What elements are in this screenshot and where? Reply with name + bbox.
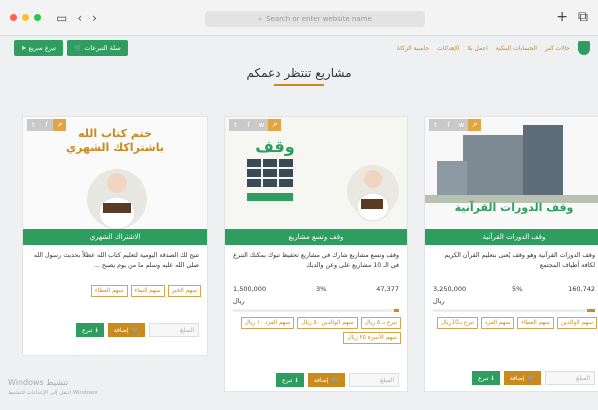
share-icon[interactable]: ↗ [468,119,481,131]
progress-bar [233,309,399,312]
windows-activation-watermark: Windows تنشيط انتقل إلى الإعدادات لتنشيط… [8,378,97,398]
target-unit: ريال [233,297,245,305]
card-actions: المبلغ 🛒 إضافة ℹ تبرع [233,373,399,387]
browser-toolbar: ▭ ‹ › ⌕ Search or enter website name + ⧉ [0,0,598,36]
progress-bar [433,309,595,312]
zoom-window-button[interactable] [34,14,41,21]
donate-label: تبرع [478,374,489,382]
project-image[interactable]: وقف الدورات القرآنية t f w ↗ [425,117,598,229]
chip-family-25[interactable]: سهم الأسرة ٢٥ ريال [343,332,401,344]
project-card-waqf-projects: وقف t f w ↗ وقف وتسع مشاريع وقف وتسع مشا… [224,116,408,392]
target-unit: ريال [433,297,445,305]
section-title: مشاريع تنتظر دعمكم [246,66,352,80]
chip-giving-share[interactable]: سهم العطاء [90,285,128,297]
target-amount: 3,250,000 [433,285,467,293]
card-description: وقف وتسع مشاريع شارك في مشاريع تحفيظ تبو… [233,252,399,269]
facebook-icon[interactable]: f [442,119,455,131]
back-button[interactable]: ‹ [77,11,82,25]
close-window-button[interactable] [10,14,17,21]
tabs-overview-icon[interactable]: ⧉ [578,9,588,25]
search-icon: ⌕ [258,14,263,23]
address-placeholder: Search or enter website name [266,15,372,23]
waqf-poster-illustration [225,117,407,229]
whatsapp-icon[interactable]: w [255,119,268,131]
quick-donate-button[interactable]: ➤ تبرع سريع [14,40,64,56]
donate-label: تبرع [82,326,93,334]
add-to-cart-button[interactable]: 🛒 إضافة [307,373,345,387]
nav-link-work[interactable]: اعمل بلا [467,45,487,52]
nav-link-zakat-calculator[interactable]: حاسبة الزكاة [397,45,429,52]
share-chips: تبرع بـ ٥ ريال سهم الوالدين ٥٠ ريال سهم … [231,317,401,344]
donation-cart-label: سلة التبرعات [84,44,121,52]
donate-button[interactable]: ℹ تبرع [76,323,104,337]
donate-label: تبرع [282,376,293,384]
facebook-icon[interactable]: f [40,119,53,131]
amount-input[interactable]: المبلغ [149,323,199,337]
card-actions: المبلغ 🛒 إضافة ℹ تبرع [31,323,199,337]
card-description: وقف الدورات القرآنية وهو وقف يُعنى بتعلي… [444,252,595,269]
target-amount: 1,500,000 [233,285,267,293]
project-card-quran-courses: وقف الدورات القرآنية t f w ↗ وقف الدورات… [424,116,598,392]
media-caption: ختم كتاب الله باشتراكك الشهري [66,127,164,154]
new-tab-button[interactable]: + [556,9,568,25]
nav-link-bank-accounts[interactable]: الحسابات البنكية [496,45,537,52]
card-description: تتيح لك الصدقة اليومية لتعليم كتاب الله … [33,252,199,269]
donate-button[interactable]: ℹ تبرع [472,371,500,385]
share-icon[interactable]: ↗ [268,119,281,131]
share-chips: سهم الوالدين سهم العطاء سهم الفرد تبرع ب… [431,317,597,329]
chip-growth-share[interactable]: سهم النماء [130,285,165,297]
share-icon[interactable]: ↗ [53,119,66,131]
address-bar[interactable]: ⌕ Search or enter website name [205,11,425,27]
whatsapp-icon[interactable]: w [455,119,468,131]
chip-individual-10[interactable]: سهم الفرد ١٠ ريال [240,317,295,329]
add-label: إضافة [113,326,129,334]
amount-input[interactable]: المبلغ [349,373,399,387]
collected-amount: 160,742 [568,285,595,293]
progress-percent: 5% [511,285,523,293]
watermark-line1: Windows تنشيط [8,378,69,387]
site-logo-icon[interactable] [578,41,590,55]
nav-link-gifts[interactable]: الإهدائات [437,45,459,52]
twitter-icon[interactable]: t [27,119,40,131]
minimize-window-button[interactable] [22,14,29,21]
chip-parents-share[interactable]: سهم الوالدين [556,317,597,329]
amount-input[interactable]: المبلغ [545,371,595,385]
card-title: وقف وتسع مشاريع [225,229,407,245]
project-image[interactable]: وقف t f w ↗ [225,117,407,229]
media-caption: وقف [255,137,295,156]
twitter-icon[interactable]: t [429,119,442,131]
chip-giving-share[interactable]: سهم العطاء [517,317,554,329]
title-underline [274,84,324,86]
watermark-line2: انتقل إلى الإعدادات لتنشيط Windows [8,390,98,396]
card-title: وقف الدورات القرآنية [425,229,598,245]
forward-button[interactable]: › [92,11,97,25]
project-image[interactable]: ختم كتاب الله باشتراكك الشهري t f ↗ [23,117,207,229]
chip-individual-share[interactable]: سهم الفرد [480,317,515,329]
add-to-cart-button[interactable]: 🛒 إضافة [107,323,145,337]
add-to-cart-button[interactable]: 🛒 إضافة [503,371,541,385]
quick-donate-label: تبرع سريع [28,44,57,52]
twitter-icon[interactable]: t [229,119,242,131]
progress-percent: 3% [316,285,327,293]
card-actions: المبلغ 🛒 إضافة ℹ تبرع [433,371,595,385]
media-caption: وقف الدورات القرآنية [454,201,574,214]
card-title: الاشتراك الشهري [23,229,207,245]
facebook-icon[interactable]: f [242,119,255,131]
project-card-monthly-subscription: ختم كتاب الله باشتراكك الشهري t f ↗ الاش… [22,116,208,356]
nav-link-cases[interactable]: حالات البر [545,45,570,52]
add-label: إضافة [313,376,329,384]
chip-donate-5[interactable]: تبرع بـ ٥ ريال [360,317,401,329]
chip-donate-10[interactable]: تبرع بـ10ريال [436,317,478,329]
add-label: إضافة [509,374,525,382]
site-nav: حالات البر الحسابات البنكية اعمل بلا الإ… [0,36,598,60]
chip-parents-50[interactable]: سهم الوالدين ٥٠ ريال [297,317,358,329]
card-stats: 47,377 3% 1,500,000 [233,285,399,293]
sidebar-icon[interactable]: ▭ [56,11,67,25]
share-chips: سهم الخير سهم النماء سهم العطاء [29,285,201,297]
chip-goodness-share[interactable]: سهم الخير [167,285,201,297]
donation-cart-button[interactable]: 🛒 سلة التبرعات [67,40,128,56]
card-stats: 160,742 5% 3,250,000 [433,285,595,293]
collected-amount: 47,377 [376,285,399,293]
donate-button[interactable]: ℹ تبرع [276,373,304,387]
